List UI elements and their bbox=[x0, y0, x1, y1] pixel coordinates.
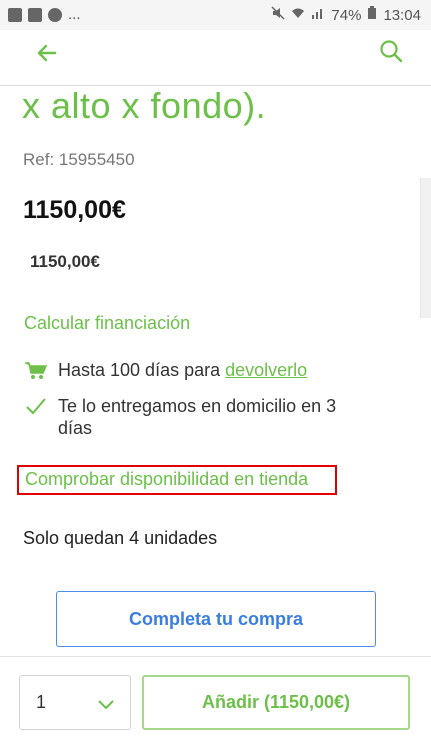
product-price: 1150,00€ bbox=[23, 196, 126, 224]
add-to-cart-button[interactable]: Añadir (1150,00€) bbox=[142, 675, 410, 730]
mute-icon bbox=[271, 6, 285, 24]
return-link[interactable]: devolverlo bbox=[225, 360, 307, 380]
return-text: Hasta 100 días para devolverlo bbox=[58, 360, 307, 381]
product-reference: Ref: 15955450 bbox=[23, 150, 135, 169]
status-bar-left: ... bbox=[8, 6, 81, 23]
notifications-more: ... bbox=[68, 6, 81, 23]
arrow-left-icon bbox=[37, 44, 57, 62]
image-notification-icon bbox=[8, 7, 22, 22]
wifi-icon bbox=[291, 6, 305, 24]
battery-icon bbox=[367, 6, 377, 24]
product-title: x alto x fondo). bbox=[22, 85, 267, 126]
product-price-secondary: 1150,00€ bbox=[30, 252, 100, 271]
signal-icon bbox=[311, 6, 325, 24]
app-toolbar bbox=[0, 30, 431, 86]
clock: 13:04 bbox=[383, 6, 421, 24]
delivery-text: Te lo entregamos en domicilio en 3 días bbox=[58, 396, 337, 438]
message-notification-icon bbox=[28, 7, 42, 22]
battery-level: 74% bbox=[331, 6, 362, 24]
quantity-value: 1 bbox=[36, 692, 47, 712]
status-bar: ... 74% 13:04 bbox=[0, 0, 431, 30]
app-notification-icon bbox=[48, 7, 62, 22]
bottom-divider bbox=[0, 656, 431, 657]
return-policy-row: Hasta 100 días para devolverlo bbox=[24, 360, 307, 382]
chevron-down-icon bbox=[98, 700, 114, 710]
cart-icon bbox=[24, 360, 50, 382]
return-prefix: Hasta 100 días para bbox=[58, 360, 226, 380]
search-button[interactable] bbox=[378, 38, 404, 64]
financing-link[interactable]: Calcular financiación bbox=[24, 313, 190, 334]
back-button[interactable] bbox=[34, 40, 60, 66]
stock-units-text: Solo quedan 4 unidades bbox=[23, 528, 218, 548]
quantity-select[interactable]: 1 bbox=[19, 675, 131, 730]
scrollbar[interactable] bbox=[420, 178, 431, 318]
delivery-row: Te lo entregamos en domicilio en 3 días bbox=[24, 395, 374, 439]
checkmark-icon bbox=[24, 395, 50, 417]
status-bar-right: 74% 13:04 bbox=[271, 6, 421, 24]
check-store-availability-link[interactable]: Comprobar disponibilidad en tienda bbox=[17, 465, 337, 495]
complete-purchase-button[interactable]: Completa tu compra bbox=[56, 591, 376, 647]
search-icon bbox=[380, 40, 403, 63]
